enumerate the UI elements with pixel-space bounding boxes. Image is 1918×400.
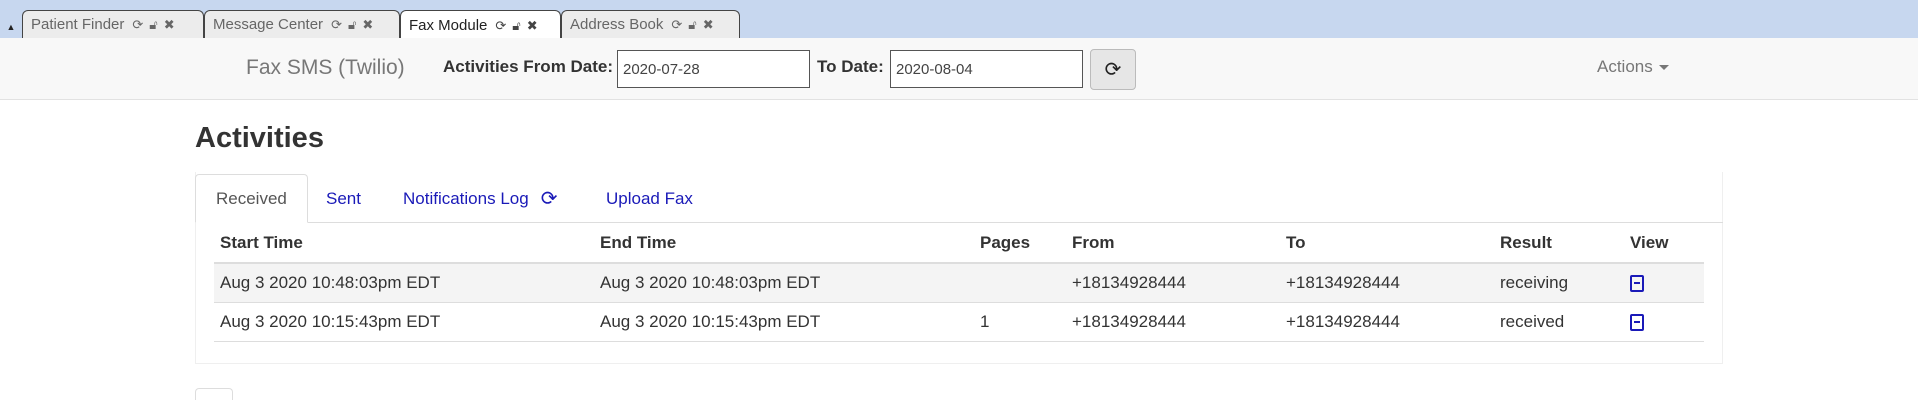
caret-down-icon [1658, 65, 1669, 71]
cell-pages [974, 263, 1066, 303]
cell-end-time: Aug 3 2020 10:15:43pm EDT [594, 302, 974, 342]
unlock-icon[interactable]: 🔓︎ [512, 19, 520, 32]
cell-start-time: Aug 3 2020 10:15:43pm EDT [214, 302, 594, 342]
cell-result: received [1494, 302, 1624, 342]
pdf-file-icon[interactable] [1630, 274, 1644, 292]
cell-from: +18134928444 [1066, 302, 1280, 342]
tab-fax-module[interactable]: Fax Module ⟳ 🔓︎ ✖ [400, 10, 561, 39]
tab-label: Patient Finder [31, 16, 125, 33]
from-date-input[interactable] [617, 50, 810, 88]
brand-title[interactable]: Fax SMS (Twilio) [246, 56, 405, 80]
to-date-label: To Date: [817, 57, 884, 76]
refresh-icon[interactable]: ⟳ [495, 19, 506, 32]
tab-label: Address Book [570, 16, 664, 33]
page-title: Activities [195, 122, 324, 154]
unlock-icon[interactable]: 🔓︎ [149, 18, 157, 31]
tab-message-center[interactable]: Message Center ⟳ 🔓︎ ✖ [204, 10, 400, 38]
cell-start-time: Aug 3 2020 10:48:03pm EDT [214, 263, 594, 303]
cell-from: +18134928444 [1066, 263, 1280, 303]
refresh-icon[interactable]: ⟳ [541, 186, 558, 211]
tab-label: Message Center [213, 16, 324, 33]
module-tab-bar: ▲ Patient Finder ⟳ 🔓︎ ✖ Message Center ⟳… [0, 0, 1918, 39]
cell-to: +18134928444 [1280, 302, 1494, 342]
col-view: View [1624, 223, 1704, 264]
refresh-icon[interactable]: ⟳ [671, 18, 682, 31]
tab-notifications-log[interactable]: Notifications Log ⟳ [383, 174, 577, 223]
tab-label: Fax Module [409, 16, 488, 34]
cell-to: +18134928444 [1280, 263, 1494, 303]
table-row: Aug 3 2020 10:48:03pm EDT Aug 3 2020 10:… [214, 263, 1704, 303]
unlock-icon[interactable]: 🔓︎ [348, 18, 356, 31]
tab-upload-fax[interactable]: Upload Fax [586, 174, 713, 223]
unlock-icon[interactable]: 🔓︎ [688, 18, 696, 31]
activities-table: Start Time End Time Pages From To Result… [214, 223, 1704, 342]
table-row: Aug 3 2020 10:15:43pm EDT Aug 3 2020 10:… [214, 302, 1704, 342]
table-header-row: Start Time End Time Pages From To Result… [214, 223, 1704, 264]
tab-received-label: Received [216, 188, 287, 208]
col-pages: Pages [974, 223, 1066, 264]
col-from: From [1066, 223, 1280, 264]
tab-sent-label: Sent [326, 188, 361, 208]
cell-view [1624, 302, 1704, 342]
refresh-button[interactable]: ⟳ [1090, 49, 1136, 90]
cell-result: receiving [1494, 263, 1624, 303]
refresh-icon: ⟳ [1104, 59, 1122, 81]
col-end-time: End Time [594, 223, 974, 264]
tab-sent[interactable]: Sent [306, 174, 381, 223]
close-icon[interactable]: ✖ [527, 19, 538, 32]
to-date-input[interactable] [890, 50, 1083, 88]
triangle-up-icon[interactable]: ▲ [4, 20, 18, 34]
tab-upload-fax-label: Upload Fax [606, 188, 693, 208]
cell-pages: 1 [974, 302, 1066, 342]
actions-dropdown[interactable]: Actions [1597, 57, 1669, 77]
tab-patient-finder[interactable]: Patient Finder ⟳ 🔓︎ ✖ [22, 10, 204, 38]
toolbar: Fax SMS (Twilio) Activities From Date: T… [0, 38, 1918, 100]
cell-end-time: Aug 3 2020 10:48:03pm EDT [594, 263, 974, 303]
close-icon[interactable]: ✖ [164, 18, 175, 31]
next-panel-tab [195, 388, 233, 400]
close-icon[interactable]: ✖ [362, 18, 373, 31]
actions-label: Actions [1597, 57, 1653, 76]
close-icon[interactable]: ✖ [703, 18, 714, 31]
col-to: To [1280, 223, 1494, 264]
pdf-file-icon[interactable] [1630, 313, 1644, 331]
cell-view [1624, 263, 1704, 303]
tab-notifications-log-label: Notifications Log [403, 188, 529, 208]
tab-address-book[interactable]: Address Book ⟳ 🔓︎ ✖ [561, 10, 740, 38]
col-start-time: Start Time [214, 223, 594, 264]
from-date-label: Activities From Date: [443, 57, 614, 76]
col-result: Result [1494, 223, 1624, 264]
refresh-icon[interactable]: ⟳ [132, 18, 143, 31]
refresh-icon[interactable]: ⟳ [331, 18, 342, 31]
tab-received[interactable]: Received [195, 174, 308, 223]
